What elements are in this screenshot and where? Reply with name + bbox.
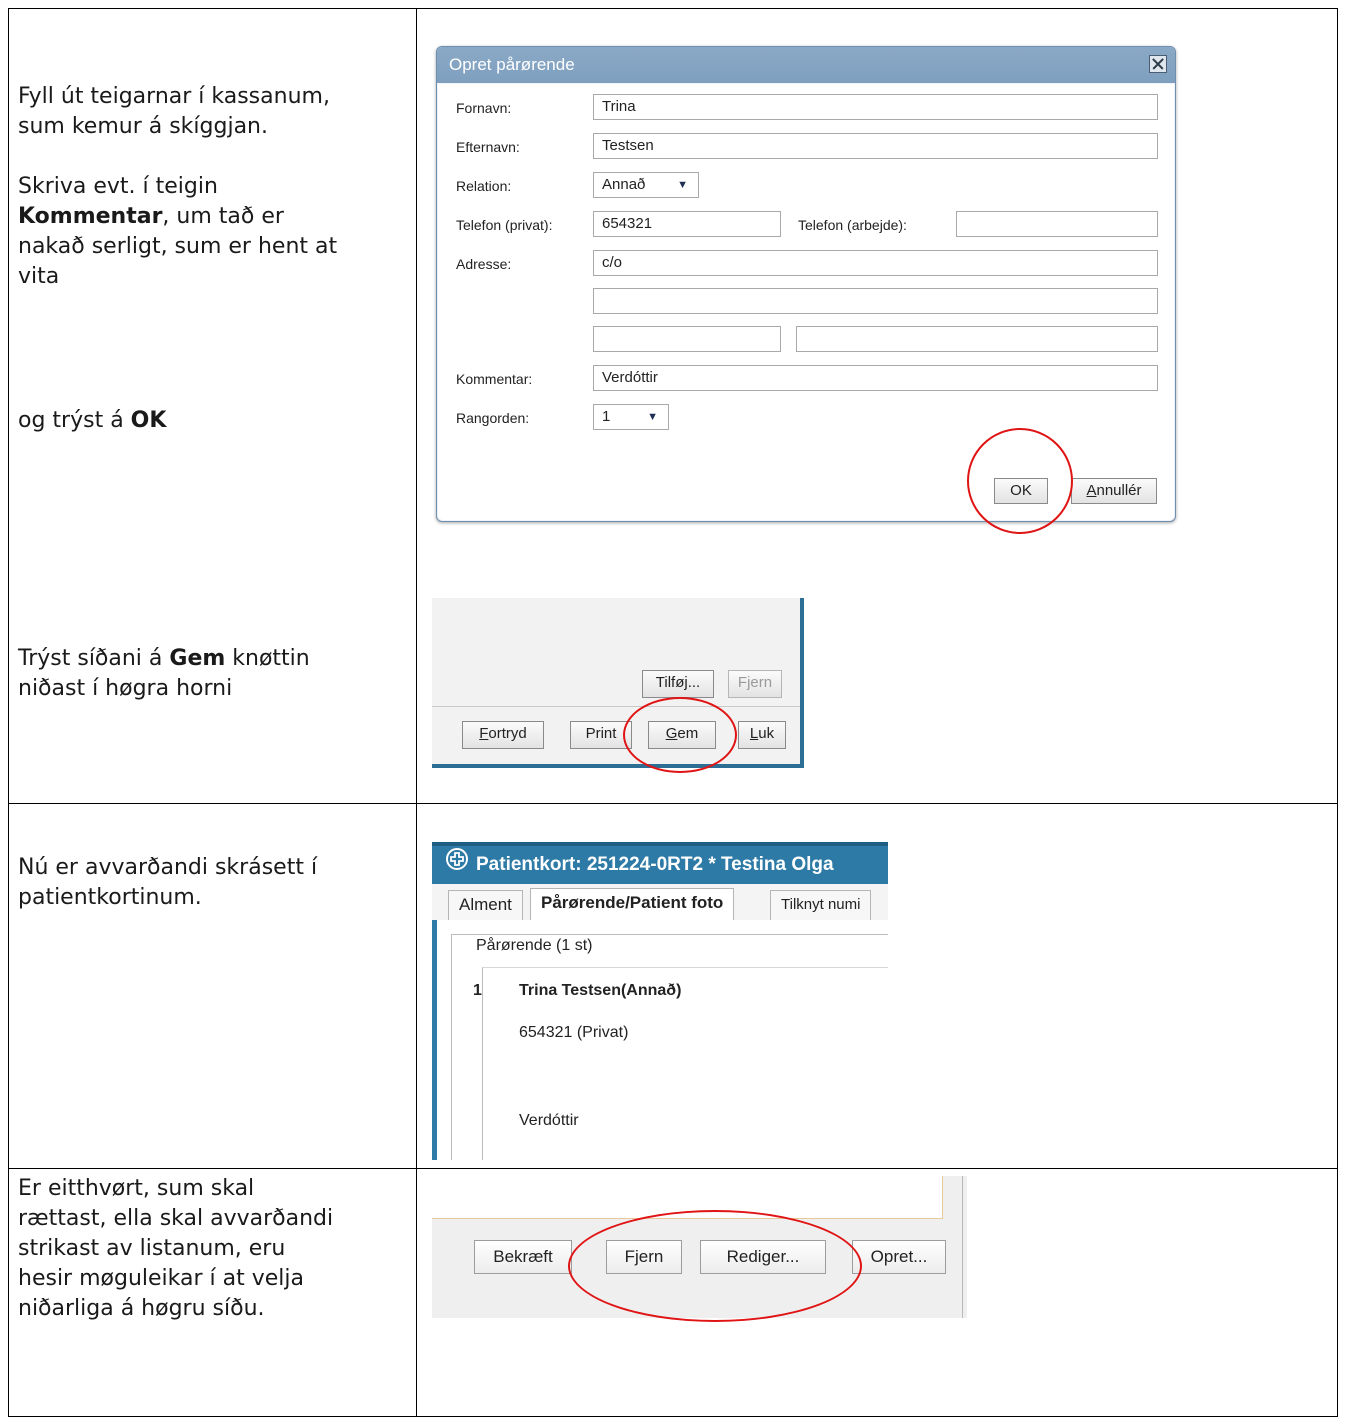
- label-efternavn: Efternavn:: [456, 139, 520, 155]
- luk-button[interactable]: Luk: [738, 721, 786, 749]
- entry-comment: Verdóttir: [519, 1112, 579, 1129]
- dialog-title: Opret pårørende: [437, 47, 1175, 83]
- patient-card-screenshot: Patientkort: 251224-0RT2 * Testina Olga …: [432, 842, 888, 1160]
- instruction-fill-fields: Fyll út teigarnar í kassanum, sum kemur …: [18, 84, 330, 139]
- label-kommentar: Kommentar:: [456, 371, 533, 387]
- parorende-group: Pårørende (1 st): [451, 934, 888, 1160]
- toolbar-separator: [432, 706, 800, 707]
- label-telefon-arbejde: Telefon (arbejde):: [798, 217, 907, 233]
- kommentar-field[interactable]: Verdóttir: [593, 365, 1158, 391]
- fornavn-field[interactable]: Trina: [593, 94, 1158, 120]
- telefon-privat-field[interactable]: 654321: [593, 211, 781, 237]
- label-rangorden: Rangorden:: [456, 410, 530, 426]
- highlight-ring-gem: [623, 697, 737, 773]
- table-row-divider-1: [8, 803, 1338, 804]
- fjern-button-disabled: Fjern: [728, 670, 782, 698]
- toolbar-screenshot: Tilføj... Fjern Fortryd Print Gem Luk: [432, 598, 804, 768]
- dropdown-arrow-icon: ▼: [677, 179, 688, 191]
- bekraeft-button[interactable]: Bekræft: [474, 1240, 572, 1274]
- tab-tilknyt-numre[interactable]: Tilknyt numi: [770, 890, 872, 920]
- table-border-bottom: [8, 1416, 1338, 1417]
- rangorden-select[interactable]: 1 ▼: [593, 404, 669, 430]
- efternavn-field[interactable]: Testsen: [593, 133, 1158, 159]
- relation-select[interactable]: Annað ▼: [593, 172, 699, 198]
- frame-edge-bottom: [432, 764, 804, 768]
- highlight-ring-fjern-rediger: [568, 1210, 862, 1322]
- opret-parorende-dialog: Opret pårørende Fornavn: Trina Efternavn…: [436, 46, 1176, 522]
- highlight-ring-ok: [967, 428, 1073, 534]
- tilfoj-button[interactable]: Tilføj...: [642, 670, 714, 698]
- annuller-button[interactable]: Annullér: [1071, 478, 1157, 504]
- patient-card-titlebar: Patientkort: 251224-0RT2 * Testina Olga: [432, 842, 888, 884]
- instruction-press-ok: og trýst á OK: [18, 408, 167, 433]
- instruction-edit-delete: Er eitthvørt, sum skal rættast, ella ska…: [18, 1176, 334, 1321]
- adresse-field-1[interactable]: c/o: [593, 250, 1158, 276]
- table-column-divider: [416, 8, 417, 1417]
- instruction-comment: Skriva evt. í teigin Kommentar, um tað e…: [18, 174, 338, 289]
- entry-rank: 1: [473, 982, 482, 999]
- table-border-top: [8, 8, 1338, 9]
- dropdown-arrow-icon: ▼: [647, 411, 658, 423]
- instruction-press-gem: Trýst síðani á Gem knøttin niðast í høgr…: [18, 646, 310, 701]
- patient-card-body: Pårørende (1 st) 1 Trina Testsen(Annað) …: [432, 920, 888, 1160]
- fortryd-button[interactable]: Fortryd: [462, 721, 544, 749]
- group-label: Pårørende (1 st): [472, 937, 597, 955]
- by-field[interactable]: [796, 326, 1158, 352]
- tab-parorende-patient-foto[interactable]: Pårørende/Patient foto: [530, 888, 735, 921]
- telefon-arbejde-field[interactable]: [956, 211, 1158, 237]
- tab-alment[interactable]: Alment: [448, 890, 523, 920]
- table-border-right: [1337, 8, 1338, 1417]
- adresse-field-2[interactable]: [593, 288, 1158, 314]
- label-adresse: Adresse:: [456, 256, 512, 272]
- entry-name[interactable]: Trina Testsen(Annað): [519, 982, 681, 1000]
- entry-phone: 654321 (Privat): [519, 1024, 629, 1041]
- label-relation: Relation:: [456, 178, 512, 194]
- close-icon[interactable]: [1149, 55, 1167, 73]
- table-row-divider-2: [8, 1168, 1338, 1169]
- label-telefon-privat: Telefon (privat):: [456, 217, 553, 233]
- opret-button[interactable]: Opret...: [852, 1240, 946, 1274]
- instruction-registered: Nú er avvarðandi skrásett í patientkorti…: [18, 855, 318, 910]
- table-border-left: [8, 8, 9, 1417]
- frame-edge: [800, 598, 804, 768]
- panel-divider: [962, 1176, 963, 1318]
- plus-cross-icon: [446, 846, 468, 884]
- patient-card-tabs: Alment Pårørende/Patient foto Tilknyt nu…: [432, 884, 888, 921]
- label-fornavn: Fornavn:: [456, 100, 512, 116]
- postnr-field[interactable]: [593, 326, 781, 352]
